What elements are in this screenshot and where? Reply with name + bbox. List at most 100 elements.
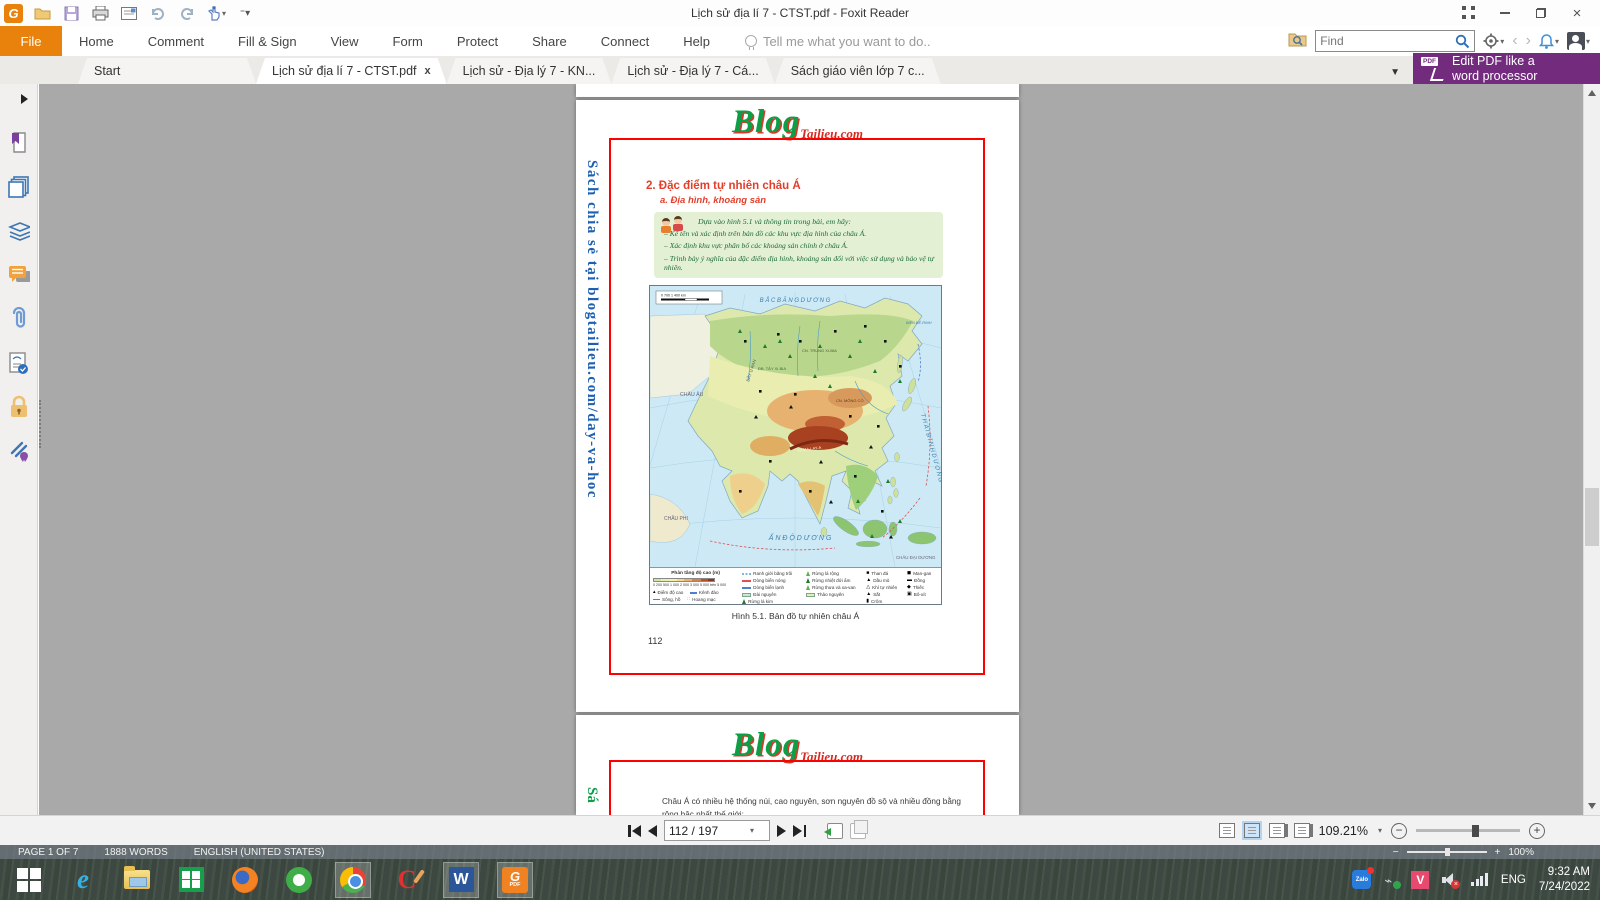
word-icon[interactable]: W (444, 863, 478, 897)
system-tray: Zalo ⌁ V × ENG 9:32 AM 7/24/2022 (1352, 865, 1600, 895)
first-page-button[interactable] (628, 825, 641, 837)
view-single-page-icon[interactable] (1219, 823, 1235, 838)
usb-icon[interactable]: ⌁ (1384, 873, 1398, 887)
view-facing-icon[interactable] (1269, 823, 1285, 838)
zoom-slider-thumb[interactable] (1472, 825, 1479, 837)
hand-tool-icon[interactable]: ▾ (206, 4, 226, 22)
menu-comment[interactable]: Comment (131, 26, 221, 56)
email-icon[interactable] (119, 4, 139, 22)
document-canvas[interactable]: BlogTailieu.com Sách chia sẻ tại blogtai… (39, 84, 1583, 815)
page-number-input[interactable] (669, 824, 749, 838)
language-indicator[interactable]: ENG (1501, 874, 1526, 886)
view-continuous-icon[interactable] (1244, 823, 1260, 838)
menu-fill-sign[interactable]: Fill & Sign (221, 26, 314, 56)
search-folder-icon[interactable] (1288, 31, 1307, 52)
ie-icon[interactable]: e (66, 863, 100, 897)
tab-close-icon[interactable]: x (425, 65, 431, 77)
tell-me-box[interactable]: Tell me what you want to do.. (745, 34, 931, 49)
scroll-down-icon[interactable] (1588, 803, 1596, 809)
security-panel-icon[interactable] (8, 396, 30, 418)
tab-ca[interactable]: Lịch sử - Địa lý 7 - Cá... (611, 58, 774, 84)
customize-toolbar-icon[interactable]: ⁼▾ (235, 4, 255, 22)
previous-page-button[interactable] (648, 825, 657, 837)
panel-resize-handle[interactable] (39, 400, 44, 448)
label-oceania: CHÂU ĐẠI DƯƠNG (896, 555, 936, 560)
tab-ctst-active[interactable]: Lịch sử địa lí 7 - CTST.pdf x (256, 58, 447, 84)
file-explorer-icon[interactable] (120, 863, 154, 897)
scroll-up-icon[interactable] (1588, 90, 1596, 96)
undo-icon[interactable] (148, 4, 168, 22)
next-page-button[interactable] (777, 825, 786, 837)
attachments-panel-icon[interactable] (8, 308, 30, 330)
zalo-icon[interactable]: Zalo (1352, 870, 1371, 889)
foxit-taskbar-icon[interactable]: GPDF (498, 863, 532, 897)
firefox-icon[interactable] (228, 863, 262, 897)
menu-share[interactable]: Share (515, 26, 584, 56)
ccleaner-icon[interactable]: C (390, 863, 424, 897)
window-controls: × (1454, 3, 1600, 23)
menu-form[interactable]: Form (376, 26, 440, 56)
network-icon[interactable] (1471, 873, 1488, 886)
last-page-button[interactable] (793, 825, 806, 837)
nav-forward-icon[interactable]: › (1526, 33, 1531, 49)
label-bering-sea: BIỂN BÊ-RINH (906, 320, 932, 325)
account-avatar[interactable] (1567, 32, 1585, 50)
clock[interactable]: 9:32 AM 7/24/2022 (1539, 865, 1590, 895)
tab-sgv[interactable]: Sách giáo viên lớp 7 c... (775, 58, 941, 84)
find-input[interactable] (1320, 34, 1455, 48)
tab-kn[interactable]: Lịch sử - Địa lý 7 - KN... (447, 58, 612, 84)
close-button[interactable]: × (1562, 3, 1592, 23)
menu-protect[interactable]: Protect (440, 26, 515, 56)
start-button[interactable] (12, 863, 46, 897)
bell-icon[interactable]: ▾ (1539, 33, 1559, 49)
zoom-slider[interactable] (1416, 829, 1520, 832)
zoom-dropdown[interactable]: ▾ (1378, 826, 1382, 835)
zoom-out-button[interactable]: − (1391, 823, 1407, 839)
left-panel-bar (0, 84, 38, 815)
hand-tool-dropdown[interactable]: ▾ (222, 9, 226, 18)
save-icon[interactable] (61, 4, 81, 22)
redo-icon[interactable] (177, 4, 197, 22)
scroll-thumb[interactable] (1585, 488, 1599, 546)
account-dropdown[interactable]: ▾ (1586, 37, 1590, 46)
open-file-icon[interactable] (32, 4, 52, 22)
edit-pdf-banner[interactable]: PDF Edit PDF like a word processor (1413, 53, 1600, 84)
gear-icon[interactable]: ▾ (1483, 33, 1504, 49)
bookmarks-panel-icon[interactable] (8, 132, 30, 154)
word-page-count: PAGE 1 OF 7 (18, 847, 78, 858)
ms-store-icon[interactable] (174, 863, 208, 897)
print-icon[interactable] (90, 4, 110, 22)
menu-help[interactable]: Help (666, 26, 727, 56)
document-tabbar: Start Lịch sử địa lí 7 - CTST.pdf x Lịch… (0, 56, 1600, 84)
menu-file[interactable]: File (0, 26, 62, 56)
vertical-scrollbar[interactable] (1583, 84, 1600, 815)
tab-start[interactable]: Start (78, 58, 256, 84)
fields-panel-icon[interactable] (8, 352, 30, 374)
layers-panel-icon[interactable] (8, 220, 30, 242)
pages-panel-icon[interactable] (8, 176, 30, 198)
zoom-in-button[interactable]: + (1529, 823, 1545, 839)
foxit-app-icon[interactable]: G (4, 4, 23, 23)
vietkey-icon[interactable]: V (1411, 871, 1429, 889)
restore-button[interactable] (1526, 3, 1556, 23)
menu-home[interactable]: Home (62, 26, 131, 56)
view-facing-continuous-icon[interactable] (1294, 823, 1310, 838)
taskbar: e C W GPDF Zalo ⌁ V × ENG 9:32 AM 7/24/ (0, 859, 1600, 900)
menu-connect[interactable]: Connect (584, 26, 666, 56)
page-dropdown[interactable]: ▾ (750, 826, 754, 835)
chrome-icon[interactable] (336, 863, 370, 897)
tab-list-dropdown[interactable]: ▼ (1390, 67, 1400, 78)
zoom-percentage[interactable]: 109.21% (1319, 824, 1368, 838)
ui-layout-icon[interactable] (1454, 3, 1484, 23)
panel-collapse-icon[interactable] (13, 88, 35, 110)
minimize-button[interactable] (1490, 3, 1520, 23)
menu-view[interactable]: View (314, 26, 376, 56)
coccoc-icon[interactable] (282, 863, 316, 897)
search-icon (1455, 34, 1470, 49)
signature-panel-icon[interactable] (8, 440, 30, 462)
volume-muted-icon[interactable]: × (1442, 873, 1458, 887)
blogtailieu-logo: BlogTailieu.com (576, 104, 1019, 141)
nav-back-icon[interactable]: ‹ (1512, 33, 1517, 49)
snapshot-icon[interactable] (827, 823, 843, 839)
comments-panel-icon[interactable] (8, 264, 30, 286)
